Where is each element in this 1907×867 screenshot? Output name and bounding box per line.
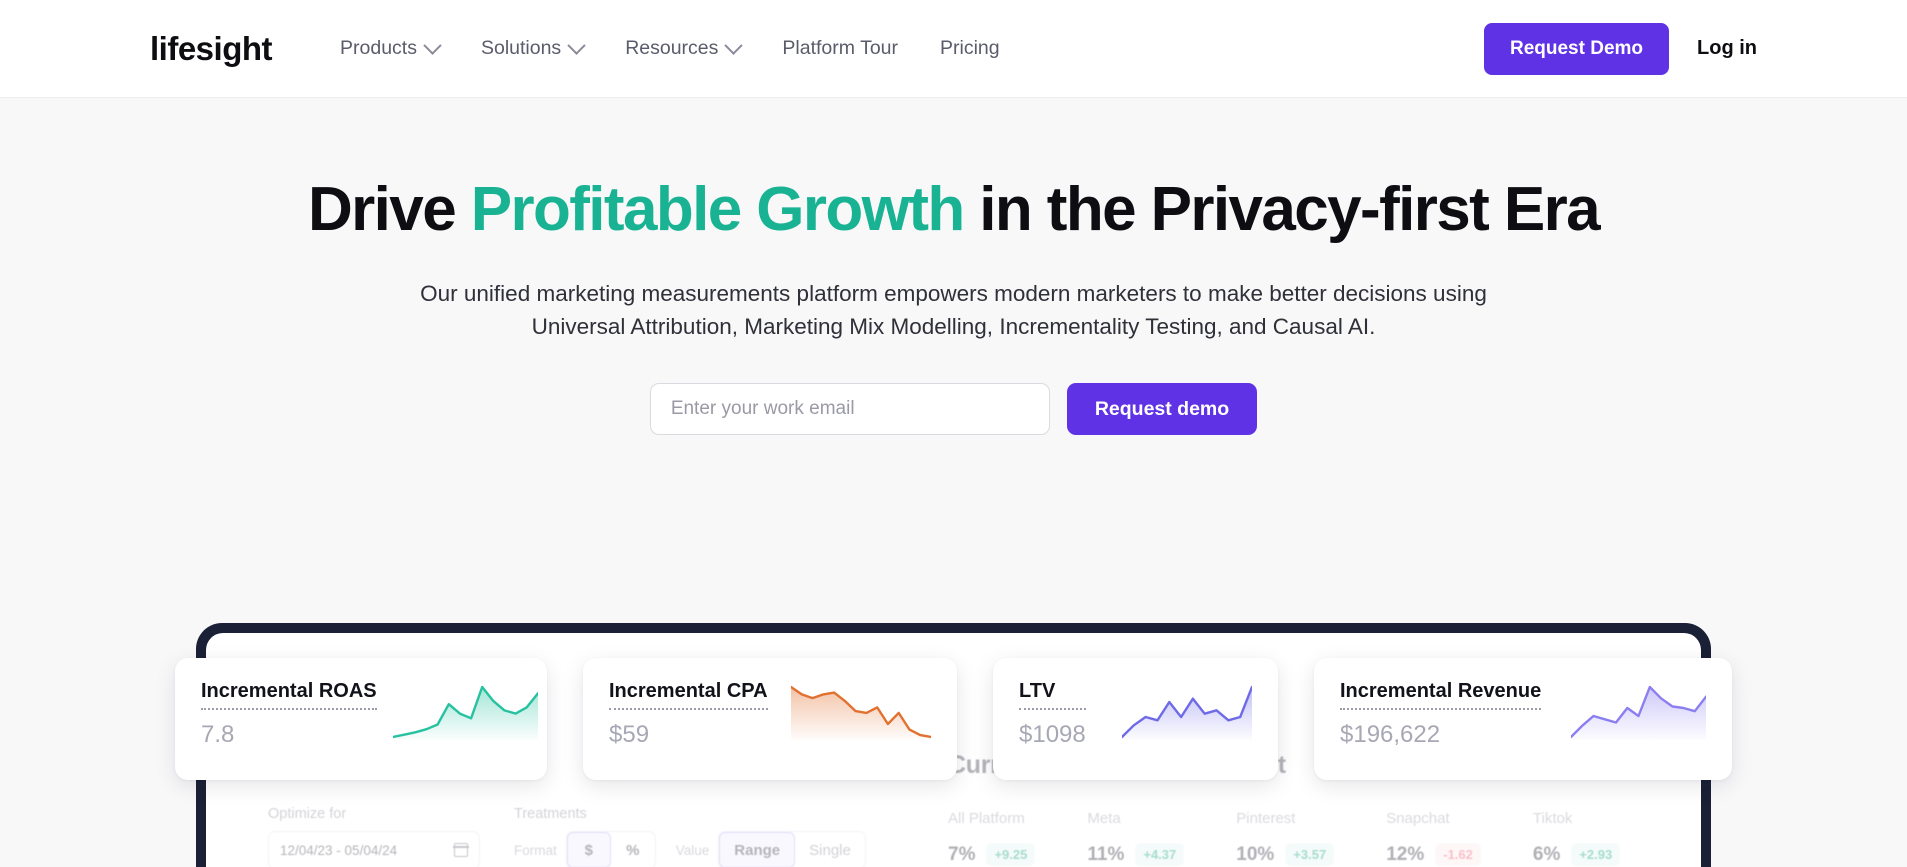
kpi-sparkline-chart [789, 684, 933, 745]
platform-values: 10% +3.57 [1236, 843, 1335, 866]
nav-item-label: Pricing [940, 37, 1000, 59]
kpi-card[interactable]: LTV $1098 [993, 658, 1278, 780]
kpi-text: LTV $1098 [1019, 680, 1086, 749]
platform-metric: Meta 11% +4.37 [1087, 810, 1185, 866]
calendar-icon [453, 843, 469, 857]
nav-actions: Request Demo Log in [1483, 22, 1757, 75]
subheading-line-2: Universal Attribution, Marketing Mix Mod… [531, 313, 1376, 339]
nav-item-label: Solutions [480, 37, 562, 59]
chevron-down-icon [567, 36, 586, 55]
nav-item-pricing[interactable]: Pricing [940, 37, 1000, 60]
hero-section: Drive Profitable Growth in the Privacy-f… [0, 98, 1907, 867]
platform-percent: 6% [1532, 843, 1561, 865]
kpi-card[interactable]: Incremental CPA $59 [583, 658, 957, 780]
value-option-single[interactable]: Single [795, 832, 865, 867]
kpi-card[interactable]: Incremental Revenue $196,622 [1314, 658, 1732, 780]
work-email-input[interactable] [649, 383, 1050, 436]
platform-metric: Snapchat 12% -1.62 [1386, 810, 1481, 866]
format-option-percent[interactable]: % [611, 832, 655, 867]
chevron-down-icon [423, 36, 442, 55]
kpi-sparkline-chart [1120, 684, 1254, 745]
kpi-label: Incremental Revenue [1340, 680, 1542, 710]
request-demo-button-nav[interactable]: Request Demo [1483, 22, 1670, 75]
value-option-range[interactable]: Range [719, 832, 796, 867]
hero-signup-form: Request demo [0, 383, 1907, 436]
date-range-value: 12/04/23 - 05/04/24 [280, 842, 398, 858]
kpi-value: $1098 [1019, 721, 1086, 748]
platform-delta-badge: +9.25 [986, 843, 1036, 866]
nav-item-label: Products [340, 37, 417, 59]
optimize-for-field: Optimize for 12/04/23 - 05/04/24 [268, 806, 480, 867]
nav-item-resources[interactable]: Resources [625, 36, 744, 60]
value-label: Value [675, 842, 710, 858]
top-navigation-bar: lifesight Products Solutions Resources Plat… [0, 0, 1907, 98]
kpi-label: LTV [1019, 680, 1086, 710]
subheading-line-1: Our unified marketing measurements platf… [420, 281, 1487, 307]
format-segmented-control: $ % [565, 831, 656, 867]
platform-percent: 11% [1087, 843, 1125, 865]
platform-values: 7% +9.25 [948, 843, 1036, 866]
platform-values: 12% -1.62 [1386, 843, 1481, 866]
platform-delta-badge: +3.57 [1285, 843, 1335, 866]
headline-accent: Profitable Growth [470, 175, 966, 244]
nav-item-solutions[interactable]: Solutions [480, 36, 586, 60]
platform-name: Snapchat [1386, 810, 1450, 827]
platform-name: All Platform [948, 810, 1025, 827]
kpi-sparkline-chart [391, 684, 539, 745]
platform-delta-badge: +4.37 [1135, 843, 1185, 866]
platform-delta-badge: +2.93 [1571, 843, 1621, 866]
kpi-text: Incremental Revenue $196,622 [1340, 680, 1542, 749]
nav-item-label: Platform Tour [782, 37, 899, 59]
headline-part-2: in the Privacy-first Era [963, 175, 1600, 244]
treatments-field: Treatments Format $ % Value Range Single [514, 806, 866, 867]
optimize-for-label: Optimize for [268, 806, 347, 822]
platform-percent: 12% [1386, 843, 1425, 865]
date-range-picker[interactable]: 12/04/23 - 05/04/24 [268, 831, 480, 867]
hero-subheading: Our unified marketing measurements platf… [364, 278, 1544, 343]
platform-metrics-row: All Platform 7% +9.25 Meta 11% +4.37 Pinterest… [948, 810, 1639, 866]
kpi-card[interactable]: Incremental ROAS 7.8 [175, 658, 547, 780]
treatments-controls: Format $ % Value Range Single [514, 831, 866, 867]
scenario-controls-row: Optimize for 12/04/23 - 05/04/24 Treatme… [268, 806, 908, 867]
platform-name: Tiktok [1532, 810, 1573, 827]
kpi-value: $59 [609, 721, 650, 748]
primary-nav-links: Products Solutions Resources Platform Tour P… [340, 36, 1000, 60]
chevron-down-icon [724, 36, 744, 55]
platform-delta-badge: -1.62 [1435, 843, 1481, 866]
platform-metric: Tiktok 6% +2.93 [1532, 810, 1621, 866]
kpi-label: Incremental CPA [609, 680, 768, 710]
kpi-text: Incremental ROAS 7.8 [201, 680, 377, 749]
value-segmented-control: Range Single [718, 831, 866, 867]
kpi-card-row: Incremental ROAS 7.8 Incremental CPA $59 LTV… [175, 658, 1732, 780]
treatments-label: Treatments [514, 806, 587, 822]
lifesight-logo[interactable]: lifesight [150, 30, 273, 68]
request-demo-button-hero[interactable]: Request demo [1066, 383, 1258, 436]
kpi-label: Incremental ROAS [201, 680, 377, 710]
platform-name: Pinterest [1236, 810, 1296, 827]
kpi-value: $196,622 [1340, 721, 1441, 748]
format-option-dollar[interactable]: $ [566, 832, 611, 867]
platform-percent: 7% [948, 843, 976, 865]
kpi-text: Incremental CPA $59 [609, 680, 768, 749]
kpi-sparkline-chart [1569, 684, 1708, 745]
kpi-value: 7.8 [201, 721, 235, 748]
platform-metric: Pinterest 10% +3.57 [1236, 810, 1335, 866]
format-label: Format [514, 842, 557, 858]
platform-values: 6% +2.93 [1532, 843, 1621, 866]
platform-name: Meta [1087, 810, 1121, 827]
headline-part-1: Drive [307, 175, 471, 244]
nav-item-products[interactable]: Products [340, 36, 442, 60]
platform-values: 11% +4.37 [1087, 843, 1185, 866]
login-link[interactable]: Log in [1697, 37, 1757, 60]
page-title: Drive Profitable Growth in the Privacy-f… [0, 175, 1907, 244]
platform-percent: 10% [1236, 843, 1275, 865]
platform-metric: All Platform 7% +9.25 [948, 810, 1036, 866]
nav-item-label: Resources [625, 37, 719, 59]
nav-item-platform-tour[interactable]: Platform Tour [782, 37, 898, 60]
